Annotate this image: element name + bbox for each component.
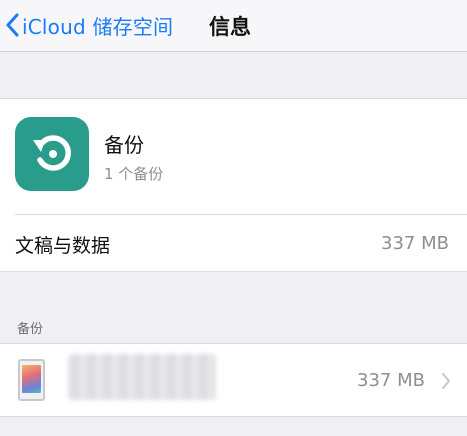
ipad-icon	[18, 359, 45, 401]
divider	[15, 214, 467, 215]
backup-title: 备份	[104, 133, 144, 157]
backup-count: 1 个备份	[104, 165, 164, 183]
device-name-redacted	[68, 354, 216, 400]
page-title: 信息	[209, 15, 251, 39]
docs-and-data-size: 337 MB	[381, 233, 449, 254]
backup-device-row[interactable]: 337 MB	[0, 343, 467, 417]
navigation-bar: iCloud 储存空间 信息	[0, 0, 467, 52]
backup-summary-card: 备份 1 个备份 文稿与数据 337 MB	[0, 98, 467, 272]
chevron-right-icon	[442, 373, 450, 389]
back-button-label: iCloud 储存空间	[22, 14, 174, 39]
backup-restore-icon	[15, 117, 89, 191]
back-button[interactable]: iCloud 储存空间	[6, 9, 173, 41]
docs-and-data-label: 文稿与数据	[15, 235, 111, 257]
backups-section-header: 备份	[17, 322, 44, 337]
device-backup-size: 337 MB	[357, 370, 425, 391]
chevron-left-icon	[6, 13, 19, 37]
device-screen	[22, 365, 41, 393]
